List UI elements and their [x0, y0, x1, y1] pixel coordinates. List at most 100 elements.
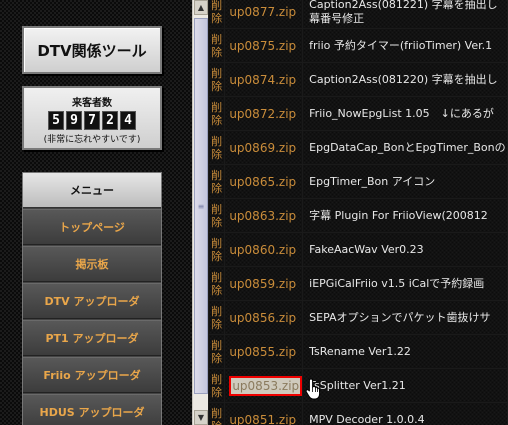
menu-item-pt1-uploader[interactable]: PT1 アップローダ	[23, 320, 161, 356]
scroll-up-arrow-icon[interactable]: ▲	[194, 0, 208, 15]
delete-label-bottom: 除	[211, 351, 223, 365]
file-row: 削除 up0875.zip friio 予約タイマー(friioTimer) Ver…	[208, 28, 508, 63]
file-link[interactable]: up0851.zip	[229, 413, 296, 425]
delete-label-top: 削	[211, 168, 223, 182]
file-row: 削除 up0865.zip EpgTimer_Bon アイコン	[208, 164, 508, 199]
sidebar-scrollbar[interactable]: ▲ ≡ ▼	[192, 0, 209, 425]
file-link[interactable]: up0863.zip	[229, 209, 296, 223]
scrollbar-thumb[interactable]: ≡	[194, 18, 208, 394]
description-line: friio 予約タイマー(friioTimer) Ver.1	[309, 38, 493, 52]
file-description: EpgTimer_Bon アイコン	[302, 164, 508, 199]
description-line: EpgTimer_Bon アイコン	[309, 174, 436, 188]
counter-digit: 2	[102, 111, 118, 130]
file-link[interactable]: up0872.zip	[229, 107, 296, 121]
file-link[interactable]: up0875.zip	[229, 39, 296, 53]
file-link[interactable]: up0874.zip	[229, 73, 296, 87]
delete-link[interactable]: 削除	[208, 28, 226, 63]
file-description: iEPGiCalFriio v1.5 iCalで予約録画	[302, 266, 508, 301]
delete-label-bottom: 除	[211, 113, 223, 127]
delete-label-top: 削	[211, 66, 223, 80]
file-row: 削除 up0853.zip TsSplitter Ver1.21	[208, 368, 508, 403]
delete-label-bottom: 除	[211, 385, 223, 399]
description-line: Caption2Ass(081220) 字幕を抽出し	[309, 72, 498, 86]
scroll-down-arrow-icon[interactable]: ▼	[194, 410, 208, 425]
delete-link[interactable]: 削除	[208, 266, 226, 301]
delete-link[interactable]: 削除	[208, 368, 226, 403]
file-description: TsRename Ver1.22	[302, 334, 508, 369]
file-description: 字幕 Plugin For FriioView(200812	[302, 198, 508, 233]
file-description: Caption2Ass(081220) 字幕を抽出し	[302, 62, 508, 97]
menu-header: メニュー	[23, 173, 161, 208]
file-link[interactable]: up0856.zip	[229, 311, 296, 325]
file-link[interactable]: up0853.zip	[229, 375, 303, 396]
counter-digits: 5 9 7 2 4	[24, 111, 160, 130]
description-line: Caption2Ass(081221) 字幕を抽出し	[309, 0, 498, 11]
description-line: Friio_NowEpgList 1.05 ↓にあるが	[309, 106, 494, 120]
description-line: 幕番号修正	[309, 11, 365, 25]
file-description: FakeAacWav Ver0.23	[302, 232, 508, 267]
file-row: 削除 up0872.zip Friio_NowEpgList 1.05 ↓にあるが	[208, 96, 508, 131]
delete-label-bottom: 除	[211, 215, 223, 229]
file-description: friio 予約タイマー(friioTimer) Ver.1	[302, 28, 508, 63]
delete-link[interactable]: 削除	[208, 232, 226, 267]
file-row: 削除 up0869.zip EpgDataCap_BonとEpgTimer_Bonの	[208, 130, 508, 165]
delete-link[interactable]: 削除	[208, 130, 226, 165]
file-list-frame: 削除 up0877.zip Caption2Ass(081221) 字幕を抽出し 幕番…	[208, 0, 508, 425]
delete-link[interactable]: 削除	[208, 96, 226, 131]
visitor-counter: 来客者数 5 9 7 2 4 (非常に忘れやすいです)	[22, 86, 162, 150]
file-link[interactable]: up0869.zip	[229, 141, 296, 155]
menu-item-dtv-uploader[interactable]: DTV アップローダ	[23, 283, 161, 319]
file-row: 削除 up0877.zip Caption2Ass(081221) 字幕を抽出し 幕番…	[208, 0, 508, 29]
delete-link[interactable]: 削除	[208, 62, 226, 97]
file-table: 削除 up0877.zip Caption2Ass(081221) 字幕を抽出し 幕番…	[208, 0, 508, 425]
file-link[interactable]: up0877.zip	[229, 5, 296, 19]
counter-digit: 4	[120, 111, 136, 130]
file-description: Friio_NowEpgList 1.05 ↓にあるが	[302, 96, 508, 131]
menu-item-friio-uploader[interactable]: Friio アップローダ	[23, 357, 161, 393]
delete-label-top: 削	[211, 0, 223, 12]
delete-label-bottom: 除	[209, 420, 224, 425]
delete-label-top: 削	[211, 304, 223, 318]
delete-label-bottom: 除	[211, 45, 223, 59]
nav-menu: メニュー トップページ 掲示板 DTV アップローダ PT1 アップローダ Fr…	[22, 172, 162, 425]
site-title: DTV関係ツール	[22, 26, 162, 74]
delete-link[interactable]: 削除	[208, 164, 226, 199]
file-link[interactable]: up0859.zip	[229, 277, 296, 291]
counter-digit: 9	[66, 111, 82, 130]
delete-link[interactable]: 削除	[208, 300, 226, 335]
file-row: 削除 up0859.zip iEPGiCalFriio v1.5 iCalで予約録画	[208, 266, 508, 301]
description-line: TsRename Ver1.22	[309, 344, 411, 358]
file-description: SEPAオプションでパケット歯抜けサ	[302, 300, 508, 335]
delete-label-bottom: 除	[211, 249, 223, 263]
file-link[interactable]: up0860.zip	[229, 243, 296, 257]
menu-item-bbs[interactable]: 掲示板	[23, 246, 161, 282]
file-row: 削除up0851.zip MPV Decoder 1.0.0.4	[208, 402, 508, 425]
description-line: MPV Decoder 1.0.0.4	[309, 412, 425, 425]
delete-label-top: 削	[211, 202, 223, 216]
menu-item-hdus-uploader[interactable]: HDUS アップローダ	[23, 394, 161, 425]
delete-label-top: 削	[211, 372, 223, 386]
file-row: 削除 up0855.zip TsRename Ver1.22	[208, 334, 508, 369]
delete-label-top: 削	[211, 338, 223, 352]
file-row: 削除 up0860.zip FakeAacWav Ver0.23	[208, 232, 508, 267]
file-link[interactable]: up0865.zip	[229, 175, 296, 189]
delete-link[interactable]: 削除	[208, 334, 226, 369]
hand-cursor-icon	[305, 378, 321, 400]
delete-label-bottom: 除	[211, 79, 223, 93]
file-link[interactable]: up0855.zip	[229, 345, 296, 359]
delete-label-top: 削	[211, 236, 223, 250]
delete-label-top: 削	[211, 270, 223, 284]
file-description: MPV Decoder 1.0.0.4	[302, 402, 508, 425]
file-row: 削除 up0863.zip 字幕 Plugin For FriioView(2008…	[208, 198, 508, 233]
menu-item-top-page[interactable]: トップページ	[23, 209, 161, 245]
description-line: iEPGiCalFriio v1.5 iCalで予約録画	[309, 276, 485, 290]
delete-link[interactable]: 削除	[208, 402, 226, 425]
delete-label-bottom: 除	[211, 147, 223, 161]
counter-note: (非常に忘れやすいです)	[43, 135, 141, 145]
delete-link[interactable]: 削除	[208, 198, 226, 233]
delete-link[interactable]: 削除	[208, 0, 226, 29]
file-description: EpgDataCap_BonとEpgTimer_Bonの	[302, 130, 508, 165]
delete-label-top: 削	[211, 32, 223, 46]
delete-label-top: 削	[211, 100, 223, 114]
description-line: SEPAオプションでパケット歯抜けサ	[309, 310, 491, 324]
